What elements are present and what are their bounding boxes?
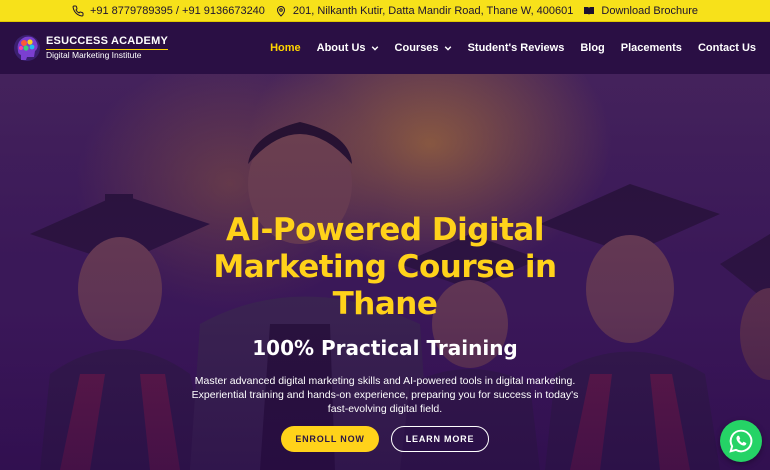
logo-subtitle: Digital Marketing Institute <box>46 49 168 60</box>
chevron-down-icon <box>371 46 378 51</box>
headline-line-2: Marketing Course in <box>213 249 557 285</box>
brochure-label[interactable]: Download Brochure <box>601 5 698 17</box>
hero-description: Master advanced digital marketing skills… <box>191 375 579 415</box>
hero-content: AI-Powered Digital Marketing Course in T… <box>0 74 770 470</box>
nav-menu: Home About Us Courses Student's Reviews … <box>262 42 764 54</box>
nav-item-contact-us[interactable]: Contact Us <box>690 42 764 54</box>
nav-item-label: Placements <box>620 42 682 54</box>
main-navbar: ESUCCESS ACADEMY Digital Marketing Insti… <box>0 22 770 74</box>
chevron-down-icon <box>444 46 451 51</box>
nav-item-placements[interactable]: Placements <box>613 42 690 54</box>
whatsapp-icon <box>729 429 753 453</box>
nav-item-home[interactable]: Home <box>262 42 309 54</box>
phone-numbers[interactable]: +91 8779789395 / +91 9136673240 <box>90 5 265 17</box>
nav-item-label: Courses <box>394 42 439 54</box>
location-pin-icon <box>276 5 285 17</box>
phone-contact[interactable]: +91 8779789395 / +91 9136673240 <box>72 5 265 17</box>
logo-title: ESUCCESS ACADEMY <box>46 35 168 48</box>
hero-subheadline: 100% Practical Training <box>252 336 518 360</box>
nav-item-label: Home <box>270 42 301 54</box>
nav-item-label: Contact Us <box>697 42 756 54</box>
download-brochure-link[interactable]: Download Brochure <box>583 5 698 17</box>
nav-item-blog[interactable]: Blog <box>572 42 612 54</box>
headline-line-3: Thane <box>332 286 438 322</box>
top-info-bar: +91 8779789395 / +91 9136673240 201, Nil… <box>0 0 770 22</box>
logo-head-icon <box>14 35 40 61</box>
nav-item-about-us[interactable]: About Us <box>309 42 387 54</box>
site-logo[interactable]: ESUCCESS ACADEMY Digital Marketing Insti… <box>12 33 168 63</box>
address-text: 201, Nilkanth Kutir, Datta Mandir Road, … <box>292 4 574 17</box>
phone-icon <box>72 4 84 16</box>
hero-headline: AI-Powered Digital Marketing Course in T… <box>185 212 585 323</box>
enroll-now-button[interactable]: ENROLL NOW <box>281 426 379 452</box>
nav-item-label: Blog <box>580 42 605 54</box>
learn-more-button[interactable]: LEARN MORE <box>391 426 489 452</box>
headline-line-1: AI-Powered Digital <box>226 212 544 248</box>
address-info: 201, Nilkanth Kutir, Datta Mandir Road, … <box>275 5 573 17</box>
whatsapp-chat-button[interactable] <box>720 420 762 462</box>
nav-item-label: Student's Reviews <box>467 42 565 54</box>
nav-item-label: About Us <box>316 42 366 54</box>
nav-item-courses[interactable]: Courses <box>387 42 460 54</box>
nav-item-students-reviews[interactable]: Student's Reviews <box>460 42 573 54</box>
book-icon <box>584 6 595 15</box>
hero-section: AI-Powered Digital Marketing Course in T… <box>0 74 770 470</box>
